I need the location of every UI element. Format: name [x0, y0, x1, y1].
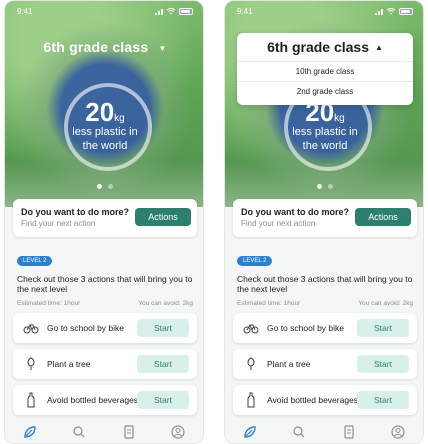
actions-button[interactable]: Actions — [355, 208, 411, 226]
level-badge: LEVEL 2 — [17, 256, 53, 266]
battery-icon — [179, 7, 193, 15]
tree-icon — [23, 356, 39, 372]
action-card: Avoid bottled beverages Start — [13, 385, 197, 415]
start-button[interactable]: Start — [357, 355, 409, 373]
page-dot — [317, 184, 322, 189]
tab-search[interactable] — [70, 423, 88, 441]
class-dropdown[interactable]: 6th grade class ▲ 10th grade class 2nd g… — [237, 33, 413, 105]
dropdown-option[interactable]: 2nd grade class — [237, 81, 413, 101]
dropdown-selected[interactable]: 6th grade class ▲ — [237, 33, 413, 61]
level-meta: Estimated time: 1hour You can avoid: 2kg — [17, 300, 193, 307]
status-time: 9:41 — [237, 7, 253, 16]
tab-leaf[interactable] — [241, 423, 259, 441]
tab-document[interactable] — [120, 423, 138, 441]
tab-profile[interactable] — [169, 423, 187, 441]
wifi-icon — [386, 8, 396, 15]
plastic-subtitle: less plastic in the world — [292, 126, 358, 152]
tab-document[interactable] — [340, 423, 358, 441]
chevron-up-icon: ▲ — [375, 42, 383, 52]
tab-profile[interactable] — [389, 423, 407, 441]
status-bar: 9:41 — [5, 7, 203, 21]
class-title: 6th grade class — [43, 39, 149, 55]
search-icon — [293, 426, 305, 438]
profile-icon — [391, 425, 405, 439]
leaf-icon — [244, 426, 256, 438]
dropdown-option[interactable]: 10th grade class — [237, 61, 413, 81]
estimated-time: Estimated time: 1hour — [237, 300, 301, 307]
plastic-subtitle: less plastic in the world — [72, 126, 138, 152]
start-button[interactable]: Start — [137, 355, 189, 373]
action-label: Plant a tree — [47, 359, 91, 369]
page-indicator — [225, 184, 423, 189]
start-button[interactable]: Start — [137, 391, 189, 409]
action-card: Plant a tree Start — [13, 349, 197, 379]
action-label: Go to school by bike — [47, 323, 125, 333]
status-icons — [155, 7, 193, 15]
profile-icon — [171, 425, 185, 439]
bike-icon — [23, 320, 39, 336]
level-section: LEVEL 2 Check out those 3 actions that w… — [17, 249, 193, 307]
leaf-icon — [24, 426, 36, 438]
action-label: Avoid bottled beverages — [267, 395, 359, 405]
start-button[interactable]: Start — [137, 319, 189, 337]
bottle-icon — [23, 392, 39, 408]
status-time: 9:41 — [17, 7, 33, 16]
action-card: Go to school by bike Start — [13, 313, 197, 343]
tree-icon — [243, 356, 259, 372]
avoid-amount: You can avoid: 2kg — [138, 300, 193, 307]
prompt-subtitle: Find your next action — [21, 219, 96, 228]
signal-icon — [155, 8, 163, 15]
document-icon — [344, 425, 354, 439]
action-card: Go to school by bike Start — [233, 313, 417, 343]
status-icons — [375, 7, 413, 15]
page-dot — [97, 184, 102, 189]
page-dot — [108, 184, 113, 189]
phone-screen-right: 9:41 20kg less plastic in the world 6th … — [224, 0, 424, 444]
class-selector[interactable]: 6th grade class ▼ — [5, 39, 203, 55]
start-button[interactable]: Start — [357, 319, 409, 337]
document-icon — [124, 425, 134, 439]
prompt-question: Do you want to do more? — [241, 207, 349, 217]
bottle-icon — [243, 392, 259, 408]
level-badge: LEVEL 2 — [237, 256, 273, 266]
page-dot — [328, 184, 333, 189]
tab-leaf[interactable] — [21, 423, 39, 441]
bike-icon — [243, 320, 259, 336]
avoid-amount: You can avoid: 2kg — [358, 300, 413, 307]
phone-screen-left: 9:41 6th grade class ▼ 20kg less plastic… — [4, 0, 204, 444]
wifi-icon — [166, 8, 176, 15]
level-heading: Check out those 3 actions that will brin… — [17, 274, 193, 294]
more-actions-card: Do you want to do more? Find your next a… — [13, 199, 197, 237]
actions-button[interactable]: Actions — [135, 208, 191, 226]
level-section: LEVEL 2 Check out those 3 actions that w… — [237, 249, 413, 307]
action-card: Plant a tree Start — [233, 349, 417, 379]
start-button[interactable]: Start — [357, 391, 409, 409]
plastic-value: 20kg — [85, 97, 125, 127]
tab-bar — [5, 421, 203, 443]
level-meta: Estimated time: 1hour You can avoid: 2kg — [237, 300, 413, 307]
hero-banner: 9:41 6th grade class ▼ 20kg less plastic… — [5, 1, 203, 207]
action-label: Avoid bottled beverages — [47, 395, 139, 405]
search-icon — [73, 426, 85, 438]
tab-search[interactable] — [290, 423, 308, 441]
tab-bar — [225, 421, 423, 443]
prompt-question: Do you want to do more? — [21, 207, 129, 217]
canvas: 9:41 6th grade class ▼ 20kg less plastic… — [0, 0, 428, 444]
action-label: Plant a tree — [267, 359, 311, 369]
estimated-time: Estimated time: 1hour — [17, 300, 81, 307]
prompt-subtitle: Find your next action — [241, 219, 316, 228]
status-bar: 9:41 — [225, 7, 423, 21]
more-actions-card: Do you want to do more? Find your next a… — [233, 199, 417, 237]
level-heading: Check out those 3 actions that will brin… — [237, 274, 413, 294]
action-card: Avoid bottled beverages Start — [233, 385, 417, 415]
action-label: Go to school by bike — [267, 323, 345, 333]
battery-icon — [399, 7, 413, 15]
page-indicator — [5, 184, 203, 189]
signal-icon — [375, 8, 383, 15]
chevron-down-icon: ▼ — [158, 43, 167, 53]
